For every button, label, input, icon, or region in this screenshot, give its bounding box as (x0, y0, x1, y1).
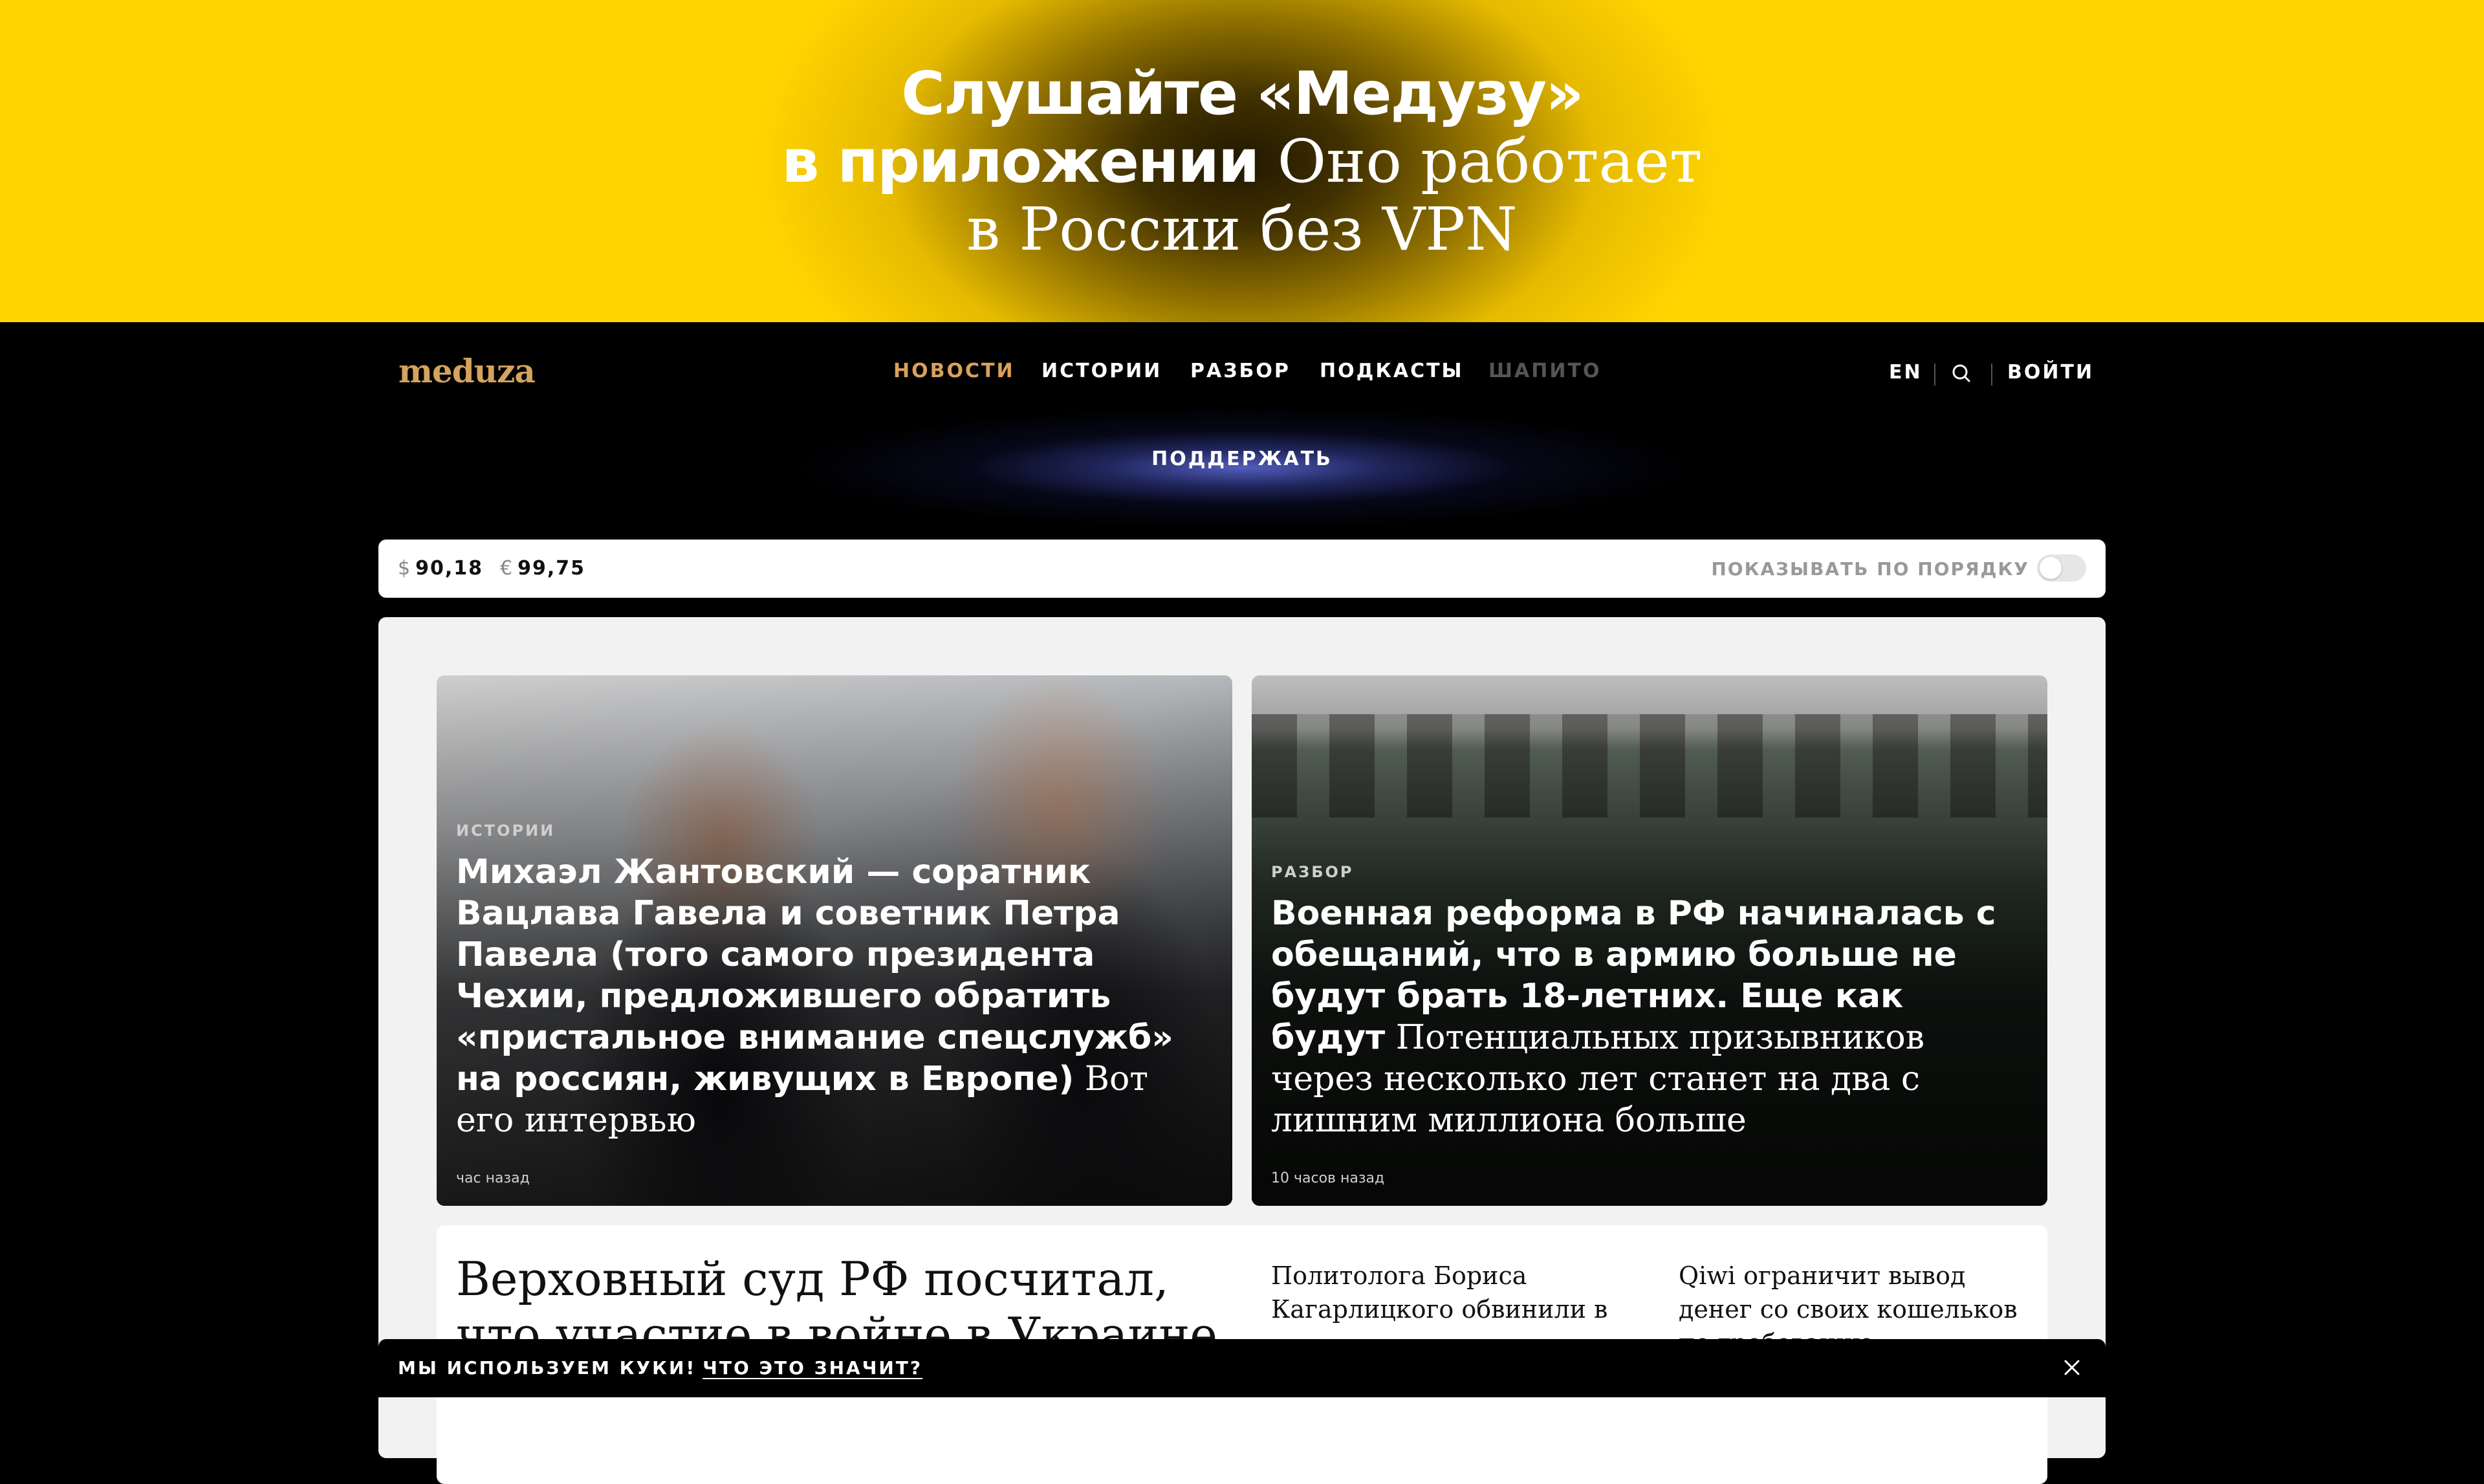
site-header: meduza НОВОСТИ ИСТОРИИ РАЗБОР ПОДКАСТЫ Ш… (0, 322, 2484, 538)
feature-card[interactable]: ИСТОРИИ Михаэл Жантовский — соратник Вац… (437, 675, 1232, 1206)
cookie-text: МЫ ИСПОЛЬЗУЕМ КУКИ! ЧТО ЭТО ЗНАЧИТ? (398, 1357, 922, 1379)
feature-card[interactable]: РАЗБОР Военная реформа в РФ начиналась с… (1252, 675, 2047, 1206)
eur-rate: 99,75 (518, 557, 585, 580)
lang-switch[interactable]: EN (1889, 361, 1923, 384)
promo-line3: в России без VPN (966, 195, 1518, 264)
order-toggle[interactable] (2037, 554, 2086, 582)
info-bar: $90,18 €99,75 ПОКАЗЫВАТЬ ПО ПОРЯДКУ (378, 540, 2106, 598)
news-feed: ИСТОРИИ Михаэл Жантовский — соратник Вац… (378, 617, 2106, 1484)
order-toggle-label: ПОКАЗЫВАТЬ ПО ПОРЯДКУ (1711, 558, 2029, 580)
card-time: час назад (456, 1170, 530, 1186)
promo-line2-bold: в приложении (781, 127, 1259, 196)
cookie-link[interactable]: ЧТО ЭТО ЗНАЧИТ? (703, 1357, 922, 1379)
card-headline: Михаэл Жантовский — соратник Вацлава Гав… (456, 853, 1173, 1098)
support-button[interactable]: ПОДДЕРЖАТЬ (0, 448, 2484, 470)
login-button[interactable]: ВОЙТИ (2007, 361, 2094, 384)
card-text: РАЗБОР Военная реформа в РФ начиналась с… (1271, 863, 2028, 1141)
header-tools: EN ВОЙТИ (0, 361, 2484, 387)
usd-rate: 90,18 (415, 557, 483, 580)
cookie-message: МЫ ИСПОЛЬЗУЕМ КУКИ! (398, 1357, 697, 1379)
card-time: 10 часов назад (1271, 1170, 1385, 1186)
toggle-knob (2040, 557, 2062, 579)
promo-text: Слушайте «Медузу» в приложении Оно работ… (0, 60, 2484, 263)
promo-line2-serif: Оно работает (1277, 127, 1703, 196)
eur-symbol: € (500, 557, 514, 580)
card-text: ИСТОРИИ Михаэл Жантовский — соратник Вац… (456, 822, 1213, 1141)
cookie-banner: МЫ ИСПОЛЬЗУЕМ КУКИ! ЧТО ЭТО ЗНАЧИТ? (378, 1339, 2106, 1397)
promo-banner[interactable]: Слушайте «Медузу» в приложении Оно работ… (0, 0, 2484, 322)
card-title: Военная реформа в РФ начиналась с обещан… (1271, 893, 2028, 1141)
usd-symbol: $ (398, 557, 412, 580)
promo-line1: Слушайте «Медузу» (901, 59, 1584, 128)
currency-rates: $90,18 €99,75 (398, 557, 585, 580)
divider (1991, 364, 1992, 386)
card-tag: ИСТОРИИ (456, 822, 556, 840)
card-title: Михаэл Жантовский — соратник Вацлава Гав… (456, 851, 1213, 1141)
search-icon[interactable] (1952, 364, 1971, 383)
divider (1934, 364, 1935, 386)
close-icon[interactable] (2060, 1356, 2084, 1379)
card-tag: РАЗБОР (1271, 863, 1354, 881)
